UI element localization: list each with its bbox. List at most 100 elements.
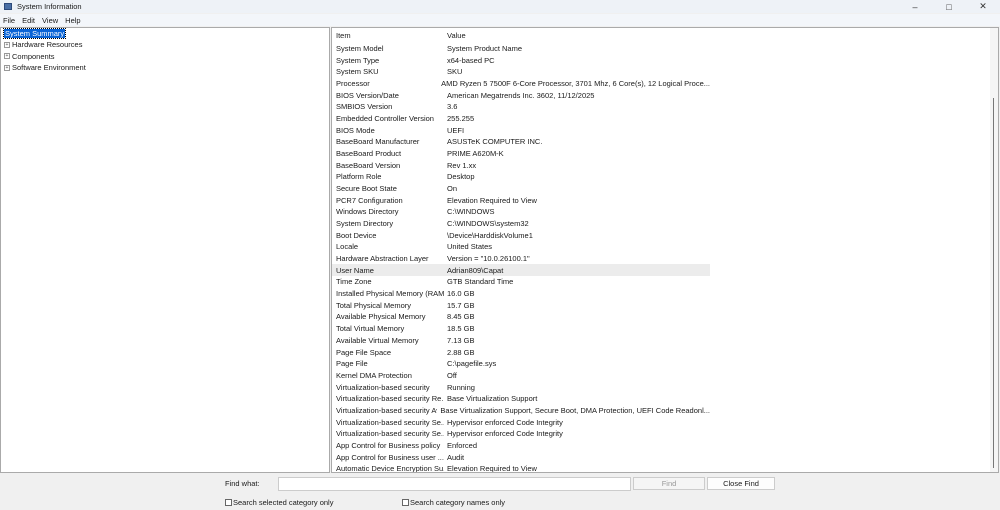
table-row[interactable]: Windows Directory C:\WINDOWS [332, 206, 710, 218]
tree-item-software-environment[interactable]: + Software Environment [1, 62, 329, 73]
table-row[interactable]: Available Virtual Memory 7.13 GB [332, 335, 710, 347]
find-button[interactable]: Find [633, 477, 705, 490]
table-row[interactable]: Virtualization-based security Running [332, 381, 710, 393]
table-header: Item Value [332, 30, 992, 42]
table-row[interactable]: System Model System Product Name [332, 43, 710, 55]
value-cell: System Product Name [447, 43, 523, 53]
menu-view[interactable]: View [39, 16, 62, 25]
value-cell: 15.7 GB [447, 300, 475, 310]
table-row[interactable]: User Name Adrian809\Capat [332, 264, 710, 277]
value-cell: ASUSTeK COMPUTER INC. [447, 137, 543, 147]
header-value[interactable]: Value [444, 31, 466, 40]
tree-label: Components [12, 51, 55, 61]
table-row[interactable]: Hardware Abstraction Layer Version = "10.… [332, 253, 710, 265]
table-row[interactable]: Boot Device \Device\HarddiskVolume1 [332, 229, 710, 241]
expand-icon[interactable]: + [4, 41, 10, 48]
tree-item-system-summary[interactable]: System Summary [1, 28, 329, 40]
value-cell: Elevation Required to View [447, 464, 537, 473]
header-item[interactable]: Item [332, 31, 444, 40]
item-cell: Secure Boot State [336, 184, 397, 193]
value-cell: PRIME A620M-K [447, 148, 504, 158]
table-row[interactable]: Total Virtual Memory 18.5 GB [332, 323, 710, 335]
table-row[interactable]: Platform Role Desktop [332, 171, 710, 183]
minimize-button[interactable]: – [898, 0, 932, 13]
table-row[interactable]: Secure Boot State On [332, 183, 710, 195]
table-row[interactable]: SMBIOS Version 3.6 [332, 101, 710, 113]
item-cell: Windows Directory [336, 207, 399, 217]
value-cell: C:\WINDOWS\system32 [447, 219, 529, 229]
table-row[interactable]: Virtualization-based security Se... Hyper… [332, 428, 710, 440]
item-cell: Available Virtual Memory [336, 335, 419, 345]
item-cell: Boot Device [336, 230, 377, 240]
find-input[interactable] [278, 477, 631, 491]
item-cell: Virtualization-based security Se... [336, 429, 444, 439]
search-selected-category-checkbox[interactable]: Search selected category only [225, 498, 333, 507]
item-cell: User Name [336, 265, 374, 275]
table-row[interactable]: PCR7 Configuration Elevation Required to … [332, 194, 710, 206]
table-row[interactable]: Time Zone GTB Standard Time [332, 276, 710, 288]
value-cell: On [447, 184, 458, 193]
table-row[interactable]: App Control for Business user ... Audit [332, 451, 710, 463]
table-row[interactable]: System Directory C:\WINDOWS\system32 [332, 218, 710, 230]
table-row[interactable]: BIOS Mode UEFI [332, 124, 710, 136]
item-cell: System Model [336, 43, 384, 53]
table-row[interactable]: BIOS Version/Date American Megatrends Inc… [332, 89, 710, 101]
tree-item-components[interactable]: + Components [1, 51, 329, 62]
checkbox-label: Search category names only [410, 498, 506, 507]
maximize-button[interactable]: □ [932, 0, 966, 13]
table-row[interactable]: Virtualization-based security Re... Base … [332, 393, 710, 405]
search-category-names-checkbox[interactable]: Search category names only [402, 498, 505, 507]
value-cell: Version = "10.0.26100.1" [447, 254, 530, 264]
item-cell: Time Zone [336, 277, 372, 287]
expand-icon[interactable]: + [4, 64, 10, 71]
table-row[interactable]: Processor AMD Ryzen 5 7500F 6-Core Proces… [332, 78, 710, 90]
table-row[interactable]: System Type x64-based PC [332, 54, 710, 66]
value-cell: Hypervisor enforced Code Integrity [447, 417, 563, 427]
close-find-button[interactable]: Close Find [707, 477, 775, 490]
table-row[interactable]: Automatic Device Encryption Su... Elevati… [332, 463, 710, 473]
table-row[interactable]: Available Physical Memory 8.45 GB [332, 311, 710, 323]
item-cell: Virtualization-based security Av... [336, 405, 438, 415]
item-cell: Virtualization-based security Se... [336, 417, 444, 427]
table-row[interactable]: System SKU SKU [332, 66, 710, 78]
table-row[interactable]: App Control for Business policy Enforced [332, 440, 710, 452]
table-row[interactable]: Locale United States [332, 241, 710, 253]
table-row[interactable]: Embedded Controller Version 255.255 [332, 113, 710, 125]
menu-help[interactable]: Help [62, 16, 84, 25]
tree-item-hardware-resources[interactable]: + Hardware Resources [1, 39, 329, 50]
item-cell: System SKU [336, 67, 379, 77]
table-row[interactable]: BaseBoard Product PRIME A620M-K [332, 148, 710, 160]
menu-edit[interactable]: Edit [19, 16, 39, 25]
checkbox-icon [225, 499, 232, 506]
table-row[interactable]: BaseBoard Manufacturer ASUSTeK COMPUTER I… [332, 136, 710, 148]
table-row[interactable]: BaseBoard Version Rev 1.xx [332, 159, 710, 171]
value-cell: 18.5 GB [447, 324, 475, 334]
table-row[interactable]: Installed Physical Memory (RAM) 16.0 GB [332, 288, 710, 300]
find-bar: Find what: Find Close Find Search select… [0, 474, 1000, 510]
expand-icon[interactable]: + [4, 53, 10, 60]
tree-label: Software Environment [12, 63, 86, 73]
scrollbar-thumb[interactable] [993, 98, 994, 468]
value-cell: Audit [447, 452, 465, 462]
item-cell: Processor [336, 78, 370, 88]
item-cell: Total Virtual Memory [336, 324, 405, 334]
table-row[interactable]: Virtualization-based security Av... Base … [332, 405, 710, 417]
checkbox-icon [402, 499, 409, 506]
table-row[interactable]: Virtualization-based security Se... Hyper… [332, 416, 710, 428]
item-cell: BaseBoard Version [336, 160, 401, 170]
table-row[interactable]: Kernel DMA Protection Off [332, 370, 710, 382]
value-cell: UEFI [447, 125, 465, 135]
table-row[interactable]: Page File C:\pagefile.sys [332, 358, 710, 370]
table-row[interactable]: Total Physical Memory 15.7 GB [332, 299, 710, 311]
value-cell: 3.6 [447, 102, 458, 112]
close-button[interactable]: ✕ [966, 0, 1000, 13]
item-cell: BIOS Mode [336, 125, 375, 135]
vertical-scrollbar[interactable] [990, 28, 998, 472]
value-cell: Elevation Required to View [447, 195, 537, 205]
title-bar: System Information – □ ✕ [0, 0, 1000, 13]
value-cell: 255.255 [447, 113, 475, 123]
value-cell: United States [447, 242, 493, 252]
table-row[interactable]: Page File Space 2.88 GB [332, 346, 710, 358]
window-title: System Information [17, 2, 82, 11]
menu-file[interactable]: File [0, 16, 19, 25]
